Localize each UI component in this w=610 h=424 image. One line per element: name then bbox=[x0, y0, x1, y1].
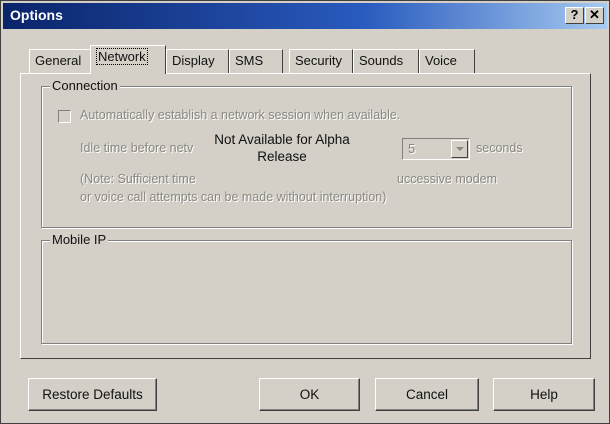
connection-groupbox: Connection Automatically establish a net… bbox=[41, 78, 572, 228]
close-icon[interactable]: ✕ bbox=[585, 7, 604, 24]
alpha-release-notice: Not Available for Alpha Release bbox=[207, 131, 357, 165]
tab-sms-label: SMS bbox=[235, 53, 264, 68]
note-line1-start: (Note: Sufficient time bbox=[80, 172, 196, 186]
tab-network[interactable]: Network bbox=[90, 45, 166, 74]
help-title-button[interactable]: ? bbox=[565, 7, 584, 24]
tab-sms[interactable]: SMS bbox=[229, 49, 283, 73]
window-title: Options bbox=[10, 7, 63, 23]
cancel-button[interactable]: Cancel bbox=[375, 378, 479, 411]
idle-time-select[interactable]: 5 bbox=[402, 138, 470, 160]
tab-general-label: General bbox=[35, 53, 82, 68]
auto-session-checkbox[interactable] bbox=[58, 110, 71, 123]
help-button[interactable]: Help bbox=[493, 378, 595, 411]
chevron-down-icon[interactable] bbox=[451, 140, 468, 158]
idle-time-unit: seconds bbox=[476, 141, 523, 155]
connection-group-label: Connection bbox=[50, 78, 120, 93]
tab-general[interactable]: General bbox=[29, 49, 94, 73]
mobile-ip-groupbox: Mobile IP bbox=[41, 232, 572, 344]
tab-voice[interactable]: Voice bbox=[419, 49, 475, 73]
note-line1-end: uccessive modem bbox=[397, 172, 498, 186]
restore-defaults-button[interactable]: Restore Defaults bbox=[28, 378, 157, 411]
title-bar[interactable]: Options ? ✕ bbox=[3, 3, 607, 29]
tab-display[interactable]: Display bbox=[166, 49, 229, 73]
note-line2: or voice call attempts can be made witho… bbox=[80, 190, 387, 204]
tab-display-label: Display bbox=[172, 53, 215, 68]
mobile-ip-group-label: Mobile IP bbox=[50, 232, 109, 247]
network-tab-panel: Connection Automatically establish a net… bbox=[20, 73, 591, 359]
idle-time-value: 5 bbox=[408, 141, 416, 156]
tab-sounds[interactable]: Sounds bbox=[353, 49, 419, 73]
tab-network-label: Network bbox=[96, 48, 148, 65]
ok-button[interactable]: OK bbox=[259, 378, 360, 411]
idle-time-label: Idle time before netv bbox=[80, 141, 194, 155]
tab-security[interactable]: Security bbox=[289, 49, 353, 73]
tab-sounds-label: Sounds bbox=[359, 53, 404, 68]
alpha-notice-line2: Release bbox=[257, 149, 307, 164]
tab-voice-label: Voice bbox=[425, 53, 457, 68]
options-dialog: Options ? ✕ General Network Display SMS … bbox=[0, 0, 610, 424]
auto-session-label: Automatically establish a network sessio… bbox=[80, 108, 401, 122]
alpha-notice-line1: Not Available for Alpha bbox=[214, 132, 350, 147]
tab-security-label: Security bbox=[295, 53, 342, 68]
